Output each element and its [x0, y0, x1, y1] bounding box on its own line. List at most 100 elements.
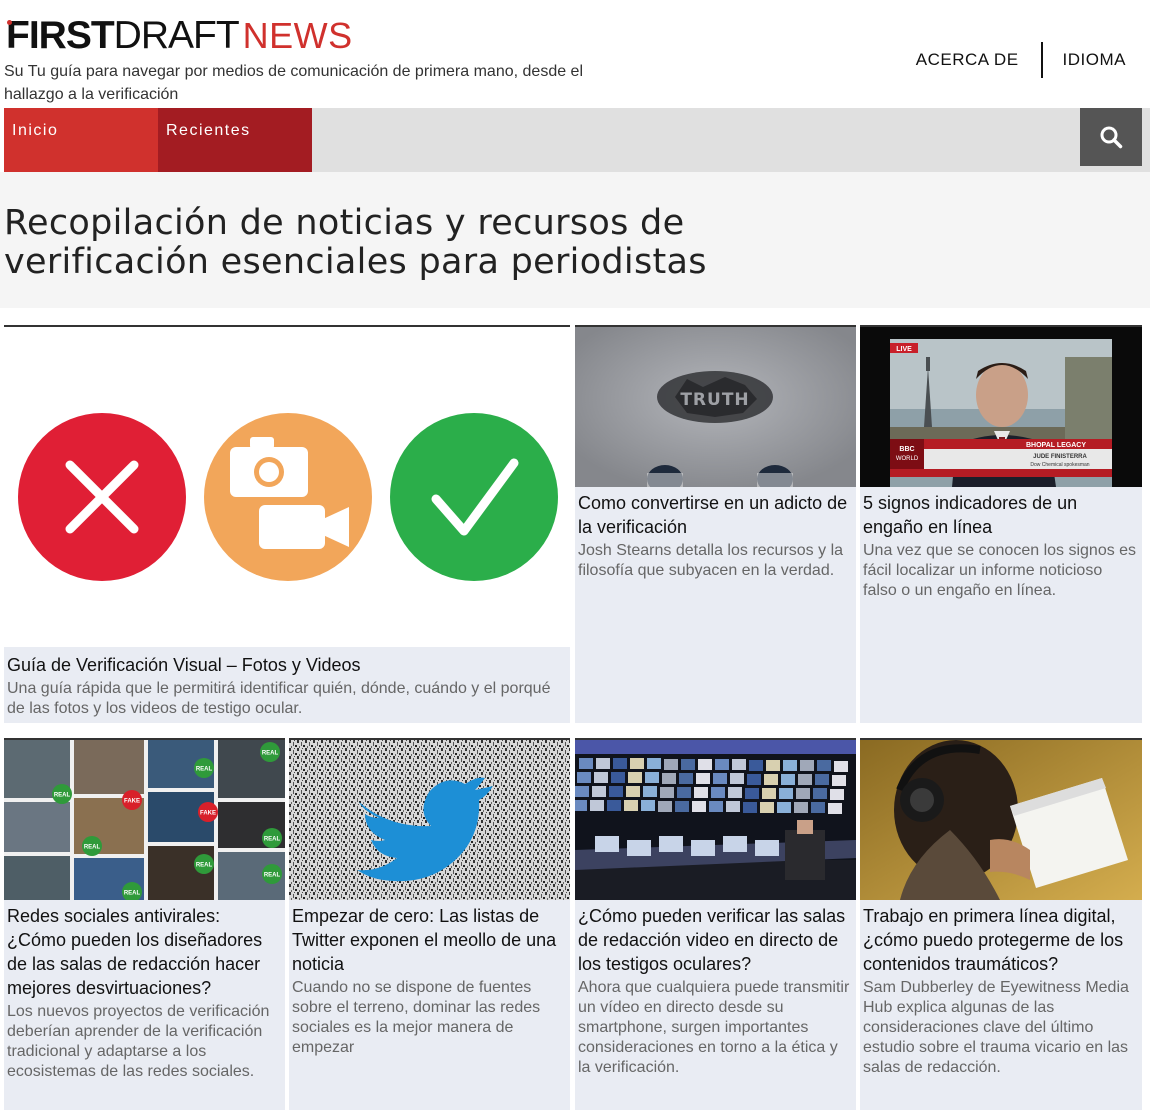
article-card-twitter-lists[interactable]: Empezar de cero: Las listas de Twitter e…: [289, 738, 570, 1110]
collage-photo-tile: [4, 856, 70, 900]
nav-tab-recientes[interactable]: Recientes: [158, 108, 312, 172]
monitor-screen: [794, 802, 808, 813]
monitor-screen: [817, 760, 831, 771]
live-badge: LIVE: [896, 346, 912, 353]
article-card-hoax-signs[interactable]: LIVE BHOPAL LEGACY JUDE FINISTERRA Dow C…: [860, 325, 1142, 723]
nav-tab-inicio[interactable]: Inicio: [4, 108, 158, 172]
card-body: Como convertirse en un adicto de la veri…: [575, 487, 856, 581]
monitor-screen: [679, 773, 693, 784]
monitor-screen: [660, 787, 674, 798]
card-image-newsroom: [575, 740, 856, 900]
monitor-screen: [760, 802, 774, 813]
monitor-screen: [811, 802, 825, 813]
logo-news: NEWS: [242, 15, 353, 56]
card-description: Josh Stearns detalla los recursos y la f…: [578, 542, 844, 579]
broadcast-name: JUDE FINISTERRA: [1033, 454, 1087, 460]
monitor-screen: [641, 800, 655, 811]
monitor-screen: [694, 787, 708, 798]
monitor-screen: [728, 787, 742, 798]
desk-monitor: [627, 840, 651, 856]
monitor-screen: [762, 788, 776, 799]
hero-section: Recopilación de noticias y recursos de v…: [0, 172, 1150, 308]
monitor-screen: [596, 758, 610, 769]
monitor-screen: [747, 774, 761, 785]
card-title[interactable]: Como convertirse en un adicto de la veri…: [575, 491, 856, 539]
language-link[interactable]: IDIOMA: [1063, 50, 1126, 70]
broadcast-strap: BHOPAL LEGACY: [1026, 442, 1086, 449]
monitor-screen: [630, 758, 644, 769]
card-image-news-broadcast: LIVE BHOPAL LEGACY JUDE FINISTERRA Dow C…: [860, 327, 1142, 487]
monitor-screen: [713, 773, 727, 784]
article-card-verification-junkie[interactable]: TRUTH Como convertirse en un adicto de l…: [575, 325, 856, 723]
monitor-screen: [709, 801, 723, 812]
article-card-antiviral[interactable]: REAL FAKE REAL REAL FAKE REAL REAL REAL REAL REAL…: [4, 738, 285, 1110]
monitor-screen: [607, 800, 621, 811]
monitor-screen: [645, 772, 659, 783]
card-image-twitter-bird: [289, 740, 570, 900]
search-button[interactable]: [1080, 108, 1142, 166]
truth-stencil-text: TRUTH: [680, 390, 749, 410]
monitor-screen: [579, 758, 593, 769]
card-title[interactable]: Empezar de cero: Las listas de Twitter e…: [289, 904, 570, 976]
card-description: Una vez que se conocen los signos es fác…: [863, 542, 1137, 599]
card-description: Ahora que cualquiera puede transmitir un…: [578, 979, 850, 1076]
card-title[interactable]: 5 signos indicadores de un engaño en lín…: [860, 491, 1142, 539]
site-logo[interactable]: FIRSTDRAFT NEWS: [6, 14, 353, 58]
monitor-screen: [800, 760, 814, 771]
article-card-visual-guide[interactable]: Guía de Verificación Visual – Fotos y Vi…: [4, 325, 570, 723]
about-link[interactable]: ACERCA DE: [916, 50, 1019, 70]
monitor-screen: [834, 761, 848, 772]
monitor-screen: [698, 759, 712, 770]
monitor-screen: [711, 787, 725, 798]
monitor-screen: [626, 786, 640, 797]
card-description: Una guía rápida que le permitirá identif…: [7, 680, 551, 717]
card-description: Cuando no se dispone de fuentes sobre el…: [292, 979, 541, 1056]
monitor-screen: [611, 772, 625, 783]
monitor-screen: [764, 774, 778, 785]
monitor-screen: [730, 773, 744, 784]
check-mark-icon: [390, 413, 558, 581]
monitor-screen: [732, 759, 746, 770]
monitor-screen: [783, 760, 797, 771]
badge-label: REAL: [196, 863, 213, 869]
badge-label: REAL: [54, 793, 71, 799]
monitor-screen: [662, 773, 676, 784]
article-card-trauma[interactable]: Trabajo en primera línea digital, ¿cómo …: [860, 738, 1142, 1110]
monitor-screen: [675, 801, 689, 812]
monitor-screen: [658, 801, 672, 812]
logo-first: FIRST: [6, 14, 115, 57]
monitor-screen: [628, 772, 642, 783]
monitor-screen: [647, 758, 661, 769]
monitor-screen: [575, 786, 589, 797]
desk-monitor: [659, 836, 683, 852]
desk-monitor: [595, 836, 619, 852]
main-nav: Inicio Recientes: [4, 108, 1150, 172]
monitor-screen: [715, 759, 729, 770]
article-card-live-video[interactable]: ¿Cómo pueden verificar las salas de reda…: [575, 738, 856, 1110]
card-title[interactable]: Redes sociales antivirales: ¿Cómo pueden…: [4, 904, 285, 1000]
card-image-verification-icons: [4, 327, 570, 647]
monitor-screen: [624, 800, 638, 811]
logo-draft: DRAFT: [113, 14, 240, 57]
monitor-screen: [832, 775, 846, 786]
bbc-world-logo: WORLD: [896, 456, 919, 462]
logo-accent-dot: [7, 20, 12, 25]
monitor-screen: [696, 773, 710, 784]
card-title[interactable]: Guía de Verificación Visual – Fotos y Vi…: [4, 653, 570, 677]
monitor-screen: [577, 772, 591, 783]
monitor-screen: [781, 774, 795, 785]
monitor-screen: [815, 774, 829, 785]
monitor-screen: [613, 758, 627, 769]
badge-label: FAKE: [200, 811, 216, 817]
card-title[interactable]: ¿Cómo pueden verificar las salas de reda…: [575, 904, 856, 976]
monitor-screen: [813, 788, 827, 799]
card-title[interactable]: Trabajo en primera línea digital, ¿cómo …: [860, 904, 1142, 976]
badge-label: REAL: [84, 845, 101, 851]
card-body: ¿Cómo pueden verificar las salas de reda…: [575, 900, 856, 1078]
monitor-screen: [590, 800, 604, 811]
desk-monitor: [723, 836, 747, 852]
card-body: Trabajo en primera línea digital, ¿cómo …: [860, 900, 1142, 1078]
card-description: Los nuevos proyectos de verificación deb…: [7, 1003, 270, 1080]
monitor-screen: [830, 789, 844, 800]
page-title: Recopilación de noticias y recursos de v…: [4, 203, 707, 282]
